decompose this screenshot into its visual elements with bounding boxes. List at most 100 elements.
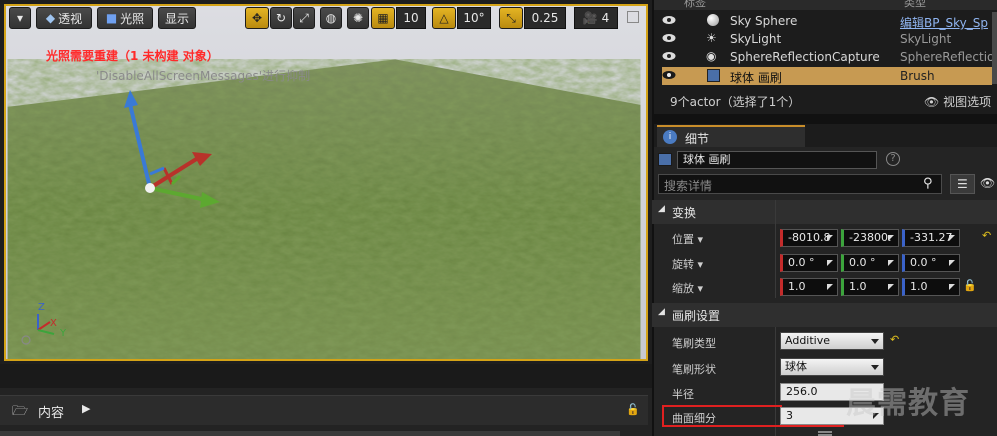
chevron-down-icon (871, 365, 879, 370)
rotation-snap-toggle[interactable]: △ (432, 7, 456, 29)
rotation-y-field[interactable]: 0.0 ° (841, 254, 899, 272)
globe-icon: ◍ (325, 11, 337, 25)
transform-gizmo[interactable] (120, 88, 230, 213)
outliner-header: 标签 类型 (654, 0, 997, 10)
brush-type-dropdown[interactable]: Additive (780, 332, 884, 350)
lit-cube-icon: ■ (105, 11, 118, 25)
translate-mode-button[interactable]: ✥ (245, 7, 269, 29)
scale-z-field[interactable]: 1.0 (902, 278, 960, 296)
lock-scale-icon[interactable]: 🔓 (963, 279, 977, 292)
actor-brush-icon (658, 153, 672, 166)
watermark: 晨需教育 (846, 386, 970, 421)
rotation-x-field[interactable]: 0.0 ° (780, 254, 838, 272)
reflection-icon: ◉ (706, 49, 717, 63)
scale-x-field[interactable]: 1.0 (780, 278, 838, 296)
brush-icon (707, 69, 720, 82)
axis-z-label: Z (38, 302, 45, 313)
surface-snap-button[interactable]: ✺ (347, 7, 369, 29)
visibility-eye-icon[interactable] (662, 51, 676, 61)
show-button[interactable]: 显示 (158, 7, 196, 29)
translate-icon: ✥ (251, 11, 263, 25)
details-gap (654, 114, 997, 124)
chevron-down-icon: ▾ (16, 11, 24, 25)
edit-blueprint-link[interactable]: 编辑BP_Sky_Sp (900, 14, 988, 31)
spin-arrow-icon (827, 235, 833, 241)
outliner-row-sky-sphere[interactable]: Sky Sphere 编辑BP_Sky_Sp (662, 12, 992, 30)
rotation-z-field[interactable]: 0.0 ° (902, 254, 960, 272)
spin-arrow-icon (827, 260, 833, 266)
scale-y-field[interactable]: 1.0 (841, 278, 899, 296)
level-viewport[interactable]: Z X Y ▾ ◆ 透视 ■ 光照 显示 ✥ ↻ ⤢ ◍ ✺ ▦ 10 △ 10… (0, 0, 652, 364)
visibility-eye-icon[interactable] (662, 15, 676, 25)
details-search-box[interactable]: 搜索详情 ⚲ (658, 174, 942, 194)
camera-icon: 🎥 (582, 11, 598, 25)
outliner-row-skylight[interactable]: ☀ SkyLight SkyLight (662, 30, 992, 48)
camera-speed-button[interactable]: 🎥 4 (574, 7, 618, 29)
chevron-down-icon: ▾ (697, 233, 704, 246)
list-icon: ☰ (957, 177, 968, 191)
lock-icon[interactable]: 🔓 (626, 403, 640, 416)
perspective-button[interactable]: ◆ 透视 (36, 7, 92, 29)
maximize-viewport-icon[interactable] (627, 11, 639, 23)
location-x-field[interactable]: -8010.8 (780, 229, 838, 247)
chevron-down-icon (871, 339, 879, 344)
brush-shape-label: 笔刷形状 (672, 363, 716, 376)
column-divider (775, 200, 776, 298)
scale-snap-icon: ⤡ (506, 10, 516, 25)
rotate-mode-button[interactable]: ↻ (270, 7, 292, 29)
actor-name-field[interactable]: 球体 画刷 (677, 151, 877, 169)
reset-to-default-icon[interactable]: ↶ (890, 333, 899, 346)
grid-icon: ▦ (377, 11, 389, 25)
brush-type-label: 笔刷类型 (672, 337, 716, 350)
scale-icon: ⤢ (299, 10, 309, 25)
tessellation-underline (780, 425, 844, 427)
perspective-icon: ◆ (45, 11, 56, 25)
chevron-down-icon: ▾ (697, 282, 704, 295)
angle-icon: △ (439, 11, 449, 25)
skylight-icon: ☀ (706, 31, 717, 45)
scale-mode-button[interactable]: ⤢ (293, 7, 315, 29)
eye-icon[interactable]: 👁 (980, 176, 995, 190)
tab-details[interactable]: i 细节 (657, 125, 805, 147)
outliner-scrollbar[interactable] (992, 12, 997, 84)
brush-shape-dropdown[interactable]: 球体 (780, 358, 884, 376)
help-icon[interactable]: ? (886, 152, 900, 166)
lighting-rebuild-warning: 光照需要重建（1 未构建 对象） (46, 49, 219, 63)
reset-to-default-icon[interactable]: ↶ (982, 229, 991, 242)
content-browser-tab[interactable]: 🗁 内容 ▶ 🔓 (0, 395, 648, 425)
viewport-menu-button[interactable]: ▾ (9, 7, 31, 29)
brush-settings-section-header[interactable]: ◢ 画刷设置 (652, 303, 997, 327)
location-z-field[interactable]: -331.27 (902, 229, 960, 247)
chevron-right-icon: ▶ (82, 402, 91, 415)
outliner-row-sphere-brush[interactable]: 球体 画刷 Brush (662, 67, 992, 85)
rotation-label[interactable]: 旋转 ▾ (672, 256, 703, 272)
scale-label[interactable]: 缩放 ▾ (672, 280, 703, 296)
scrollbar[interactable] (0, 431, 620, 436)
outliner-row-sphere-reflection[interactable]: ◉ SphereReflectionCapture SphereReflecti… (662, 48, 997, 66)
folder-icon: 🗁 (12, 404, 29, 419)
visibility-eye-icon[interactable] (662, 70, 676, 80)
spin-arrow-icon (827, 284, 833, 290)
scale-snap-value[interactable]: 0.25 (524, 7, 566, 29)
spin-arrow-icon (888, 260, 894, 266)
grid-snap-value[interactable]: 10 (396, 7, 426, 29)
search-icon[interactable]: ⚲ (923, 176, 933, 191)
rotation-snap-value[interactable]: 10° (457, 7, 491, 29)
transform-section-header[interactable]: ◢ 变换 (652, 200, 997, 224)
grid-snap-toggle[interactable]: ▦ (371, 7, 395, 29)
location-y-field[interactable]: -23800. (841, 229, 899, 247)
scale-snap-toggle[interactable]: ⤡ (499, 7, 523, 29)
world-space-button[interactable]: ◍ (320, 7, 342, 29)
details-info-icon: i (663, 130, 677, 144)
resize-handle-icon[interactable] (818, 431, 832, 436)
lighting-button[interactable]: ■ 光照 (97, 7, 153, 29)
property-matrix-button[interactable]: ☰ (950, 174, 975, 194)
rotate-icon: ↻ (275, 11, 287, 25)
spin-arrow-icon (888, 284, 894, 290)
disable-messages-hint: 'DisableAllScreenMessages'进行抑制 (96, 69, 311, 83)
visibility-eye-icon[interactable] (662, 33, 676, 43)
location-label[interactable]: 位置 ▾ (672, 231, 703, 247)
view-options-button[interactable]: 👁 视图选项 (924, 93, 991, 110)
axis-x-label: X (50, 318, 57, 329)
eye-icon: 👁 (924, 95, 940, 109)
